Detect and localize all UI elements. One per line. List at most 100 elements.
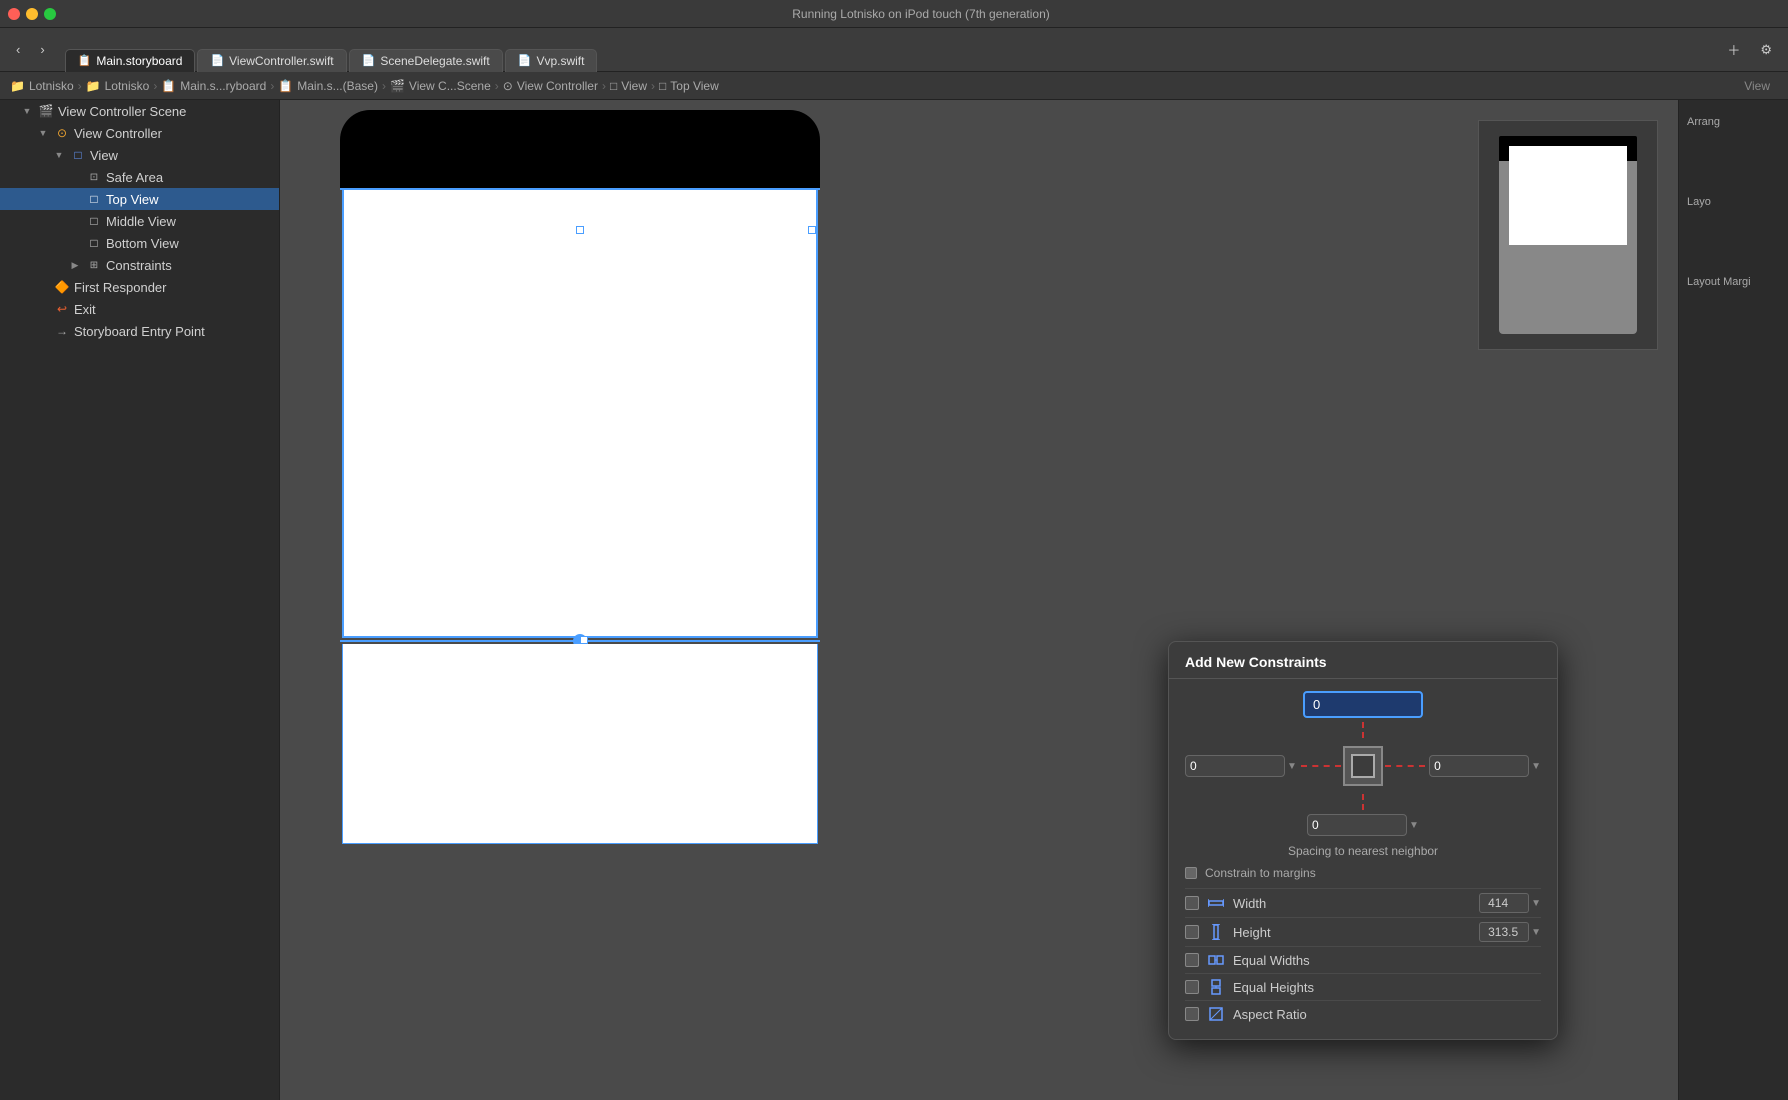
add-button[interactable]: ＋ (1719, 36, 1748, 63)
height-icon (1207, 923, 1225, 941)
width-checkbox[interactable] (1185, 896, 1199, 910)
tab-viewcontroller-swift[interactable]: 📄 ViewController.swift (197, 49, 346, 72)
vvp-swift-tab-icon: 📄 (518, 54, 532, 67)
top-view-screen (342, 188, 818, 638)
height-checkbox[interactable] (1185, 925, 1199, 939)
settings-icon: ⚙ (1760, 42, 1772, 58)
height-constraint-item: Height 313.5 ▼ (1185, 917, 1541, 946)
expand-arrow-constraints[interactable]: ▶ (68, 258, 82, 272)
expand-arrow-vc-scene[interactable]: ▼ (20, 104, 34, 118)
vc-scene-icon: 🎬 (38, 103, 54, 119)
first-responder-label: First Responder (74, 280, 166, 295)
equal-widths-checkbox[interactable] (1185, 953, 1199, 967)
breadcrumb-sep-7: › (651, 79, 655, 93)
back-button[interactable]: ‹ (8, 38, 28, 61)
close-button[interactable] (8, 8, 20, 20)
device-thumbnail (1478, 120, 1658, 350)
forward-button[interactable]: › (32, 38, 52, 61)
folder-icon: 📁 (10, 79, 25, 93)
vc-icon: ⊙ (503, 79, 513, 93)
bottom-view-label: Bottom View (106, 236, 179, 251)
divider-handle[interactable] (580, 636, 588, 644)
traffic-lights (8, 8, 56, 20)
mid-constraint-row: 0 ▼ 0 (1185, 746, 1541, 786)
tab-scenedelegate-swift[interactable]: 📄 SceneDelegate.swift (349, 49, 503, 72)
settings-button[interactable]: ⚙ (1752, 38, 1780, 62)
breadcrumb-item-lotnisko-1[interactable]: 📁 Lotnisko (10, 79, 74, 93)
bottom-select-arrow-icon: ▼ (1409, 820, 1419, 831)
height-value-container: 313.5 ▼ (1479, 922, 1541, 942)
tree-item-entry-point[interactable]: ▶ → Storyboard Entry Point (0, 320, 279, 342)
tree-item-view[interactable]: ▼ □ View (0, 144, 279, 166)
tree-item-middle-view[interactable]: ▶ □ Middle View (0, 210, 279, 232)
expand-arrow-vc[interactable]: ▼ (36, 126, 50, 140)
bottom-constraint-select[interactable]: 0 (1307, 814, 1407, 836)
tab-vvp-label: Vvp.swift (536, 54, 584, 68)
breadcrumb: 📁 Lotnisko › 📁 Lotnisko › 📋 Main.s...ryb… (0, 72, 1788, 100)
entry-point-icon: → (54, 323, 70, 339)
add-icon: ＋ (1727, 40, 1740, 59)
iphone-notch (420, 110, 740, 190)
breadcrumb-item-vc[interactable]: ⊙ View Controller (503, 79, 598, 93)
popup-body: 0 ▼ 0 (1169, 679, 1557, 1039)
tree-item-bottom-view[interactable]: ▶ □ Bottom View (0, 232, 279, 254)
tree-item-top-view[interactable]: ▶ □ Top View (0, 188, 279, 210)
divider-middle (340, 640, 820, 642)
view-label: View (90, 148, 118, 163)
width-label: Width (1233, 896, 1471, 911)
equal-widths-icon (1207, 951, 1225, 969)
safe-area-icon: ⊡ (86, 169, 102, 185)
handle-top-center[interactable] (576, 226, 584, 234)
top-constraint-input[interactable] (1303, 691, 1423, 718)
expand-arrow-view[interactable]: ▼ (52, 148, 66, 162)
breadcrumb-item-base[interactable]: 📋 Main.s...(Base) (278, 79, 378, 93)
height-value: 313.5 (1479, 922, 1529, 942)
top-dashed-line (1362, 722, 1364, 738)
breadcrumb-item-lotnisko-2[interactable]: 📁 Lotnisko (86, 79, 150, 93)
right-constraint-select[interactable]: 0 (1429, 755, 1529, 777)
canvas-area: Add New Constraints 0 (280, 100, 1678, 1100)
left-constraint-select[interactable]: 0 (1185, 755, 1285, 777)
breadcrumb-item-storyboard[interactable]: 📋 Main.s...ryboard (161, 79, 266, 93)
vc-label: View Controller (74, 126, 162, 141)
title-bar: Running Lotnisko on iPod touch (7th gene… (0, 0, 1788, 28)
tab-scenedelegate-label: SceneDelegate.swift (380, 54, 489, 68)
bottom-constraint-row: 0 ▼ (1185, 794, 1541, 836)
minimize-button[interactable] (26, 8, 38, 20)
equal-heights-checkbox[interactable] (1185, 980, 1199, 994)
top-view-tree-icon: □ (86, 191, 102, 207)
breadcrumb-item-view[interactable]: □ View (610, 79, 647, 93)
constrain-margins-label: Constrain to margins (1205, 866, 1316, 880)
toolbar: ‹ › 📋 Main.storyboard 📄 ViewController.s… (0, 28, 1788, 72)
breadcrumb-sep-3: › (270, 79, 274, 93)
tab-viewcontroller-label: ViewController.swift (229, 54, 333, 68)
width-value: 414 (1479, 893, 1529, 913)
tree-item-safe-area[interactable]: ▶ ⊡ Safe Area (0, 166, 279, 188)
tree-item-first-responder[interactable]: ▶ 🔶 First Responder (0, 276, 279, 298)
view-tree-icon: □ (70, 147, 86, 163)
constraints-tree-icon: ⊞ (86, 257, 102, 273)
tree-item-exit[interactable]: ▶ ↩ Exit (0, 298, 279, 320)
constrain-margins-checkbox[interactable] (1185, 867, 1197, 879)
tree-item-constraints[interactable]: ▶ ⊞ Constraints (0, 254, 279, 276)
handle-top-right[interactable] (808, 226, 816, 234)
middle-view-label: Middle View (106, 214, 176, 229)
tree-item-vc-scene[interactable]: ▼ 🎬 View Controller Scene (0, 100, 279, 122)
tree-item-vc[interactable]: ▼ ⊙ View Controller (0, 122, 279, 144)
left-dashed-line (1301, 765, 1341, 767)
breadcrumb-item-scene[interactable]: 🎬 View C...Scene (390, 79, 491, 93)
view-icon: □ (610, 79, 617, 93)
aspect-ratio-checkbox[interactable] (1185, 1007, 1199, 1021)
breadcrumb-item-top-view[interactable]: □ Top View (659, 79, 719, 93)
equal-widths-item: Equal Widths (1185, 946, 1541, 973)
height-value-arrow: ▼ (1531, 927, 1541, 938)
right-constraint: 0 ▼ (1385, 755, 1541, 777)
maximize-button[interactable] (44, 8, 56, 20)
folder-icon-2: 📁 (86, 79, 101, 93)
thumb-screen (1499, 136, 1637, 334)
tab-main-storyboard[interactable]: 📋 Main.storyboard (65, 49, 196, 72)
aspect-ratio-item: Aspect Ratio (1185, 1000, 1541, 1027)
width-constraint-item: Width 414 ▼ (1185, 888, 1541, 917)
right-panel-arrange: Arrang (1687, 116, 1780, 128)
tab-vvp-swift[interactable]: 📄 Vvp.swift (505, 49, 598, 72)
